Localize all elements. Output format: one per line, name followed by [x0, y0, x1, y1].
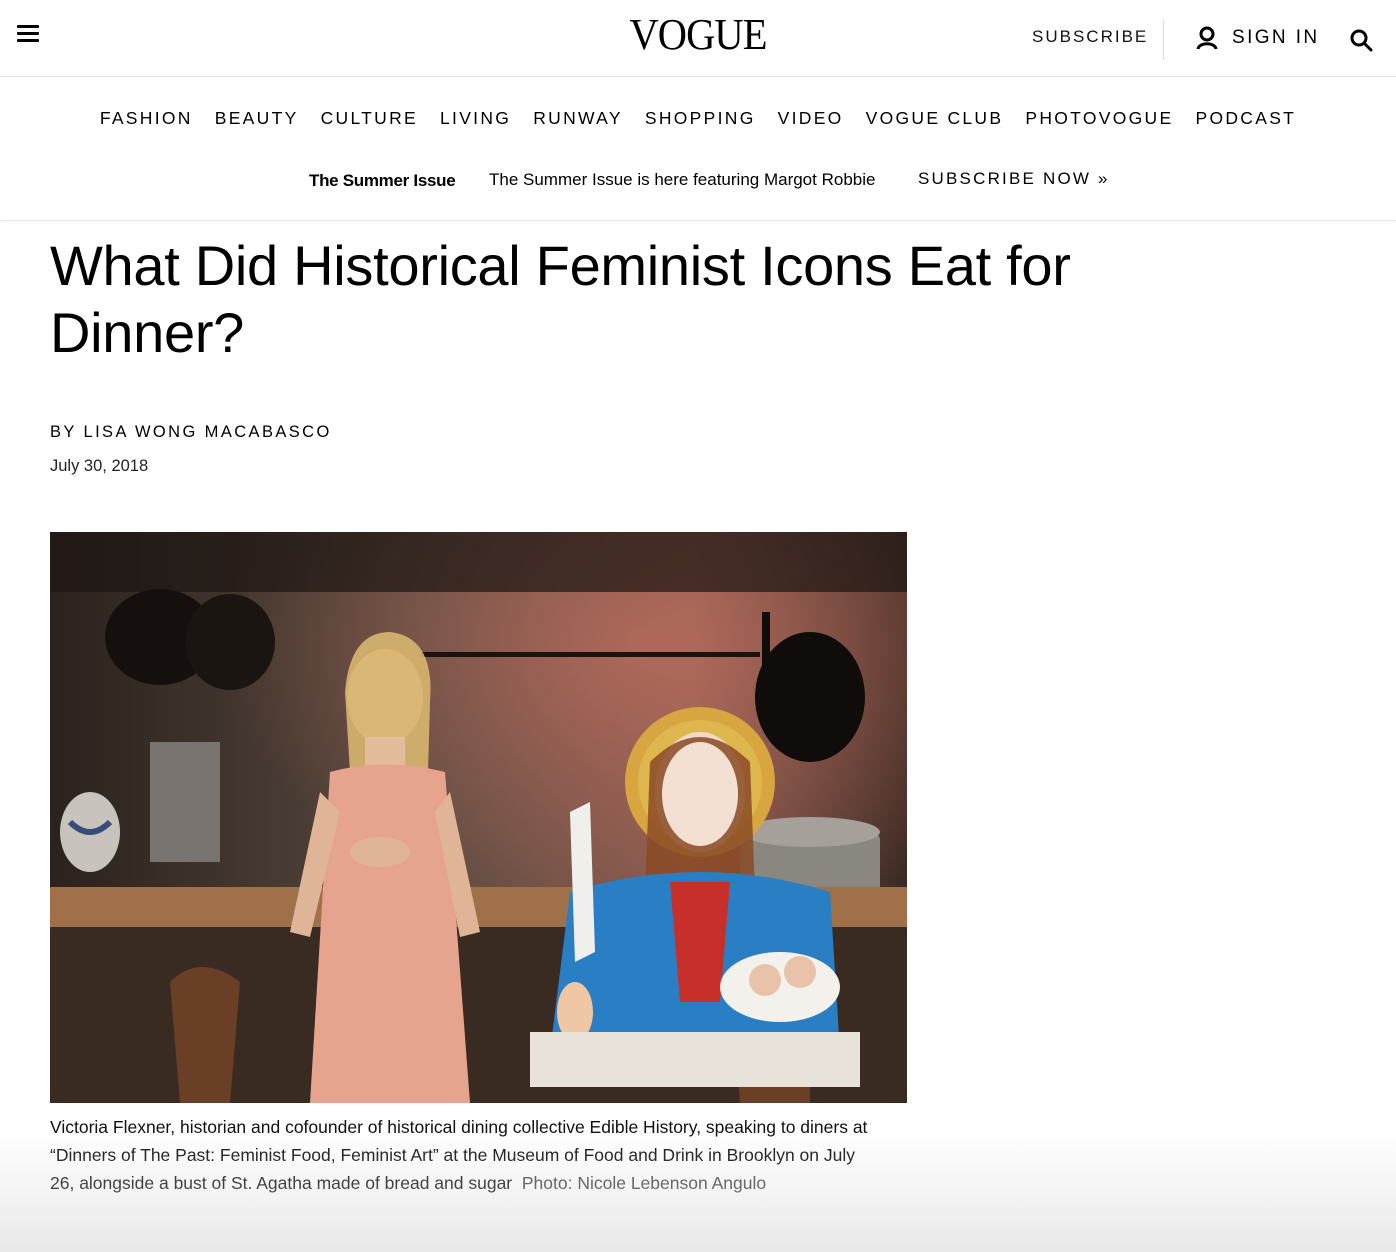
site-logo[interactable]: VOGUE: [571, 10, 825, 60]
article-headline: What Did Historical Feminist Icons Eat f…: [50, 234, 1071, 364]
hamburger-menu-icon[interactable]: [17, 25, 39, 43]
sign-in-button[interactable]: SIGN IN: [1196, 26, 1320, 50]
subscribe-link[interactable]: SUBSCRIBE: [1032, 27, 1148, 47]
promo-banner: The Summer Issue The Summer Issue is her…: [0, 167, 1396, 221]
nav-item-photovogue[interactable]: PHOTOVOGUE: [1025, 105, 1173, 131]
nav-item-beauty[interactable]: BEAUTY: [215, 105, 299, 131]
nav-item-video[interactable]: VIDEO: [778, 105, 844, 131]
nav-item-runway[interactable]: RUNWAY: [533, 105, 623, 131]
subscribe-now-link[interactable]: SUBSCRIBE NOW »: [918, 169, 1110, 189]
header-shadow: [0, 220, 1396, 221]
user-icon: [1196, 26, 1218, 50]
nav-item-podcast[interactable]: PODCAST: [1195, 105, 1296, 131]
photo-credit: Photo: Nicole Lebenson Angulo: [521, 1173, 767, 1193]
article-photo: [50, 532, 907, 1103]
photo-caption: Victoria Flexner, historian and cofounde…: [50, 1113, 880, 1197]
main-nav: FASHION BEAUTY CULTURE LIVING RUNWAY SHO…: [0, 105, 1396, 131]
nav-item-fashion[interactable]: FASHION: [100, 105, 193, 131]
article-date: July 30, 2018: [50, 457, 149, 475]
nav-item-culture[interactable]: CULTURE: [321, 105, 418, 131]
promo-text: The Summer Issue is here featuring Margo…: [489, 170, 876, 189]
sign-in-label: SIGN IN: [1232, 27, 1320, 48]
nav-item-vogue-club[interactable]: VOGUE CLUB: [866, 105, 1004, 131]
site-header: VOGUE SUBSCRIBE SIGN IN: [0, 0, 1396, 77]
nav-item-living[interactable]: LIVING: [440, 105, 511, 131]
promo-issue-label[interactable]: The Summer Issue: [309, 171, 456, 191]
search-icon[interactable]: [1349, 28, 1373, 52]
header-divider: [1163, 19, 1164, 60]
nav-item-shopping[interactable]: SHOPPING: [645, 105, 756, 131]
article-byline[interactable]: BY LISA WONG MACABASCO: [50, 423, 332, 442]
